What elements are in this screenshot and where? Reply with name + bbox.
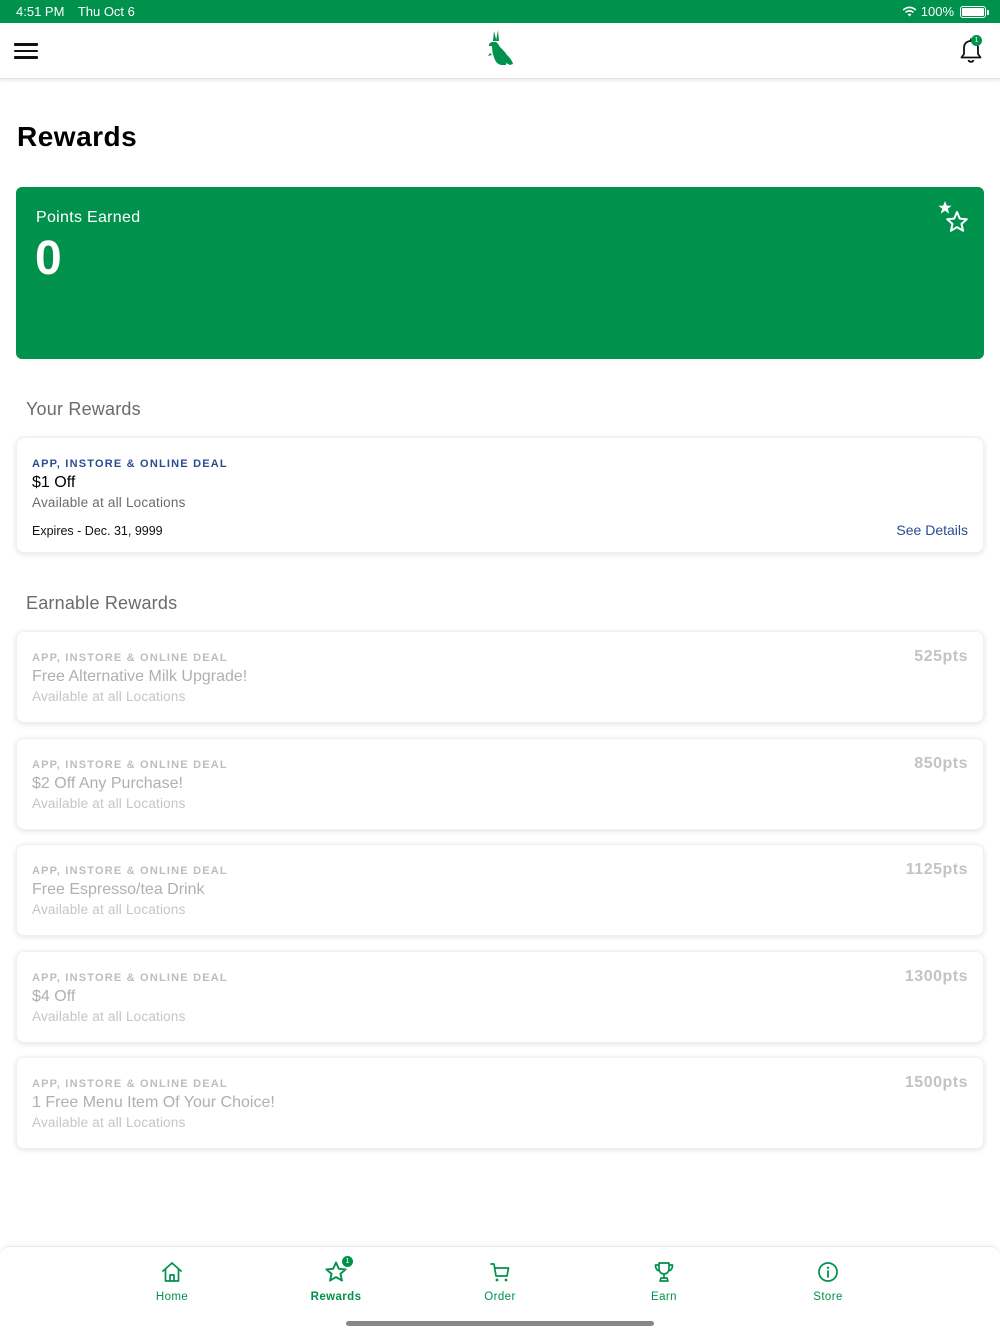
tab-earn[interactable]: Earn bbox=[614, 1260, 714, 1303]
battery-percent: 100% bbox=[920, 4, 954, 19]
reward-subtitle: Available at all Locations bbox=[32, 495, 186, 510]
reward-points: 1125pts bbox=[905, 861, 968, 878]
reward-subtitle: Available at all Locations bbox=[32, 1115, 186, 1130]
reward-tag: APP, INSTORE & ONLINE DEAL bbox=[32, 458, 228, 470]
tab-order-label: Order bbox=[484, 1291, 516, 1303]
tab-rewards-label: Rewards bbox=[310, 1291, 362, 1303]
trophy-icon bbox=[654, 1262, 674, 1282]
reward-points: 1500pts bbox=[904, 1074, 968, 1091]
reward-expiry: Expires - Dec. 31, 9999 bbox=[32, 524, 163, 538]
status-bar: 4:51 PM Thu Oct 6 100% bbox=[0, 0, 1000, 23]
menu-button[interactable] bbox=[14, 39, 42, 63]
battery-icon bbox=[960, 5, 989, 18]
tab-earn-label: Earn bbox=[651, 1291, 677, 1303]
points-card: Points Earned 0 bbox=[16, 187, 984, 359]
reward-tag: APP, INSTORE & ONLINE DEAL bbox=[32, 759, 228, 771]
tab-rewards[interactable]: 1 Rewards bbox=[286, 1256, 386, 1303]
reward-title: $1 Off bbox=[32, 474, 76, 491]
reward-title: 1 Free Menu Item Of Your Choice! bbox=[32, 1094, 275, 1111]
see-details-link[interactable]: See Details bbox=[896, 522, 968, 538]
tab-order[interactable]: Order bbox=[450, 1260, 550, 1303]
reward-subtitle: Available at all Locations bbox=[32, 689, 186, 704]
points-label: Points Earned bbox=[36, 209, 141, 226]
info-icon bbox=[818, 1262, 838, 1282]
cart-icon bbox=[490, 1263, 510, 1282]
wifi-icon bbox=[902, 6, 917, 17]
tab-store[interactable]: Store bbox=[778, 1260, 878, 1303]
rabbit-logo bbox=[488, 30, 513, 65]
earnable-reward-card[interactable]: APP, INSTORE & ONLINE DEAL Free Espresso… bbox=[16, 844, 984, 936]
reward-tag: APP, INSTORE & ONLINE DEAL bbox=[32, 652, 228, 664]
reward-title: Free Alternative Milk Upgrade! bbox=[32, 668, 248, 685]
app-header: 1 bbox=[0, 23, 1000, 79]
reward-tag: APP, INSTORE & ONLINE DEAL bbox=[32, 1078, 228, 1090]
earnable-rewards-heading: Earnable Rewards bbox=[26, 593, 178, 613]
earnable-reward-card[interactable]: APP, INSTORE & ONLINE DEAL $4 Off Availa… bbox=[16, 951, 984, 1043]
home-icon bbox=[162, 1262, 182, 1282]
your-rewards-heading: Your Rewards bbox=[26, 399, 141, 419]
page-title: Rewards bbox=[17, 121, 138, 152]
notification-badge: 1 bbox=[971, 35, 982, 46]
reward-tag: APP, INSTORE & ONLINE DEAL bbox=[32, 972, 228, 984]
earnable-reward-card[interactable]: APP, INSTORE & ONLINE DEAL 1 Free Menu I… bbox=[16, 1057, 984, 1149]
reward-subtitle: Available at all Locations bbox=[32, 1009, 186, 1024]
status-time: 4:51 PM bbox=[16, 4, 65, 19]
earnable-reward-card[interactable]: APP, INSTORE & ONLINE DEAL $2 Off Any Pu… bbox=[16, 738, 984, 830]
notifications-button[interactable]: 1 bbox=[958, 35, 984, 65]
reward-points: 525pts bbox=[914, 648, 968, 665]
reward-title: $2 Off Any Purchase! bbox=[32, 775, 183, 792]
reward-subtitle: Available at all Locations bbox=[32, 902, 186, 917]
earnable-reward-card[interactable]: APP, INSTORE & ONLINE DEAL Free Alternat… bbox=[16, 631, 984, 723]
reward-points: 1300pts bbox=[904, 968, 968, 985]
reward-card[interactable]: APP, INSTORE & ONLINE DEAL $1 Off Availa… bbox=[16, 437, 984, 553]
tab-store-label: Store bbox=[813, 1291, 843, 1303]
points-value: 0 bbox=[35, 232, 62, 285]
home-indicator bbox=[346, 1321, 654, 1326]
tab-home[interactable]: Home bbox=[122, 1260, 222, 1303]
status-date: Thu Oct 6 bbox=[77, 4, 135, 19]
stars-icon bbox=[938, 201, 968, 232]
reward-tag: APP, INSTORE & ONLINE DEAL bbox=[32, 865, 228, 877]
reward-subtitle: Available at all Locations bbox=[32, 796, 186, 811]
reward-title: Free Espresso/tea Drink bbox=[32, 881, 205, 898]
reward-points: 850pts bbox=[914, 755, 968, 772]
tab-home-label: Home bbox=[155, 1291, 189, 1303]
rewards-badge: 1 bbox=[342, 1256, 353, 1267]
reward-title: $4 Off bbox=[32, 988, 76, 1005]
